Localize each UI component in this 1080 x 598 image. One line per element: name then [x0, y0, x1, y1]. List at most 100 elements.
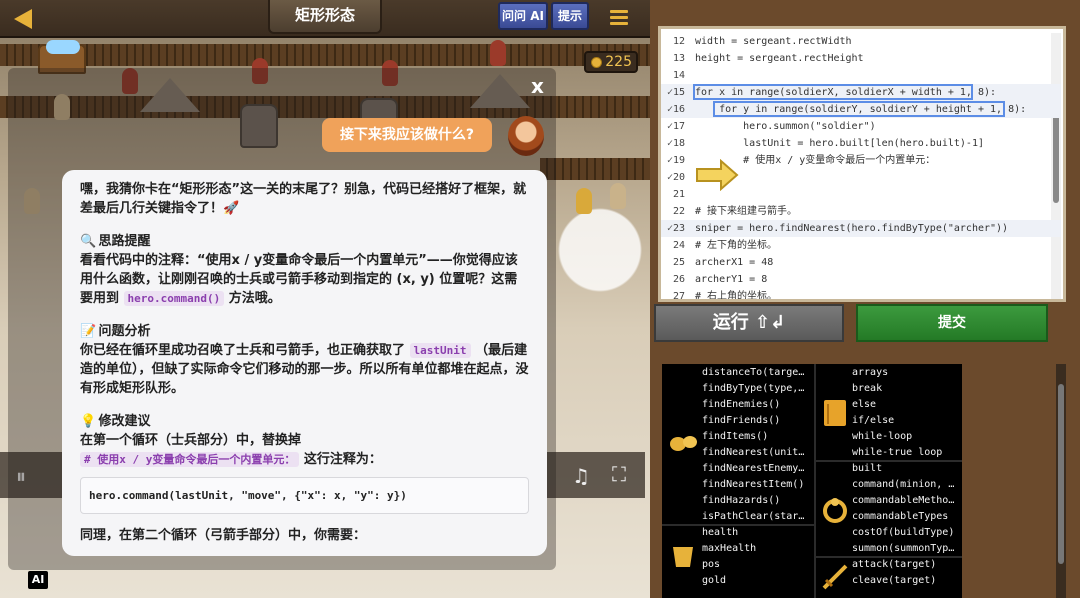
snippet-item[interactable]: maxHealth [702, 541, 756, 557]
section-heading: 💡 修改建议 [80, 414, 151, 429]
snippet-item[interactable]: if/else [852, 413, 894, 429]
snippet-item[interactable]: built [852, 461, 882, 477]
soldier-unit [610, 183, 626, 209]
snippet-item[interactable]: while-true loop [852, 445, 942, 461]
run-button[interactable]: 运行 ⇧↲ [654, 304, 844, 342]
snippet-item[interactable]: findFriends() [702, 413, 780, 429]
gold-counter: 225 [584, 51, 638, 73]
snippet-item[interactable]: findByType(type,… [702, 381, 804, 397]
line-number: 25 [672, 257, 685, 268]
code-line[interactable]: 12 width = sergeant.rectWidth [661, 33, 1061, 50]
snippet-item[interactable]: distanceTo(targe… [702, 365, 804, 381]
inline-code: lastUnit [409, 343, 471, 358]
snippet-item[interactable]: while-loop [852, 429, 912, 445]
hero-avatar [508, 116, 544, 156]
snippet-item[interactable]: attack(target) [852, 557, 936, 573]
book-icon [820, 398, 850, 428]
line-number: 12 [672, 36, 685, 47]
line-number: 14 [672, 70, 685, 81]
divider [814, 364, 816, 598]
snippet-item[interactable]: findNearest(unit… [702, 445, 804, 461]
memo-icon: 📝 [80, 324, 97, 339]
loop-highlight [713, 101, 1005, 117]
snippet-item[interactable]: else [852, 397, 876, 413]
snippet-item[interactable]: findHazards() [702, 493, 780, 509]
code-line[interactable]: 27 # 右上角的坐标。 [661, 288, 1061, 302]
fullscreen-icon[interactable]: ⛶ [612, 462, 626, 486]
code-text: sniper = hero.findNearest(hero.findByTyp… [695, 223, 1009, 234]
snippet-item[interactable]: health [702, 525, 738, 541]
close-button[interactable]: x [531, 74, 544, 98]
hero-unit [490, 40, 506, 66]
code-text: archerY1 = 8 [695, 274, 768, 285]
snippet-item[interactable]: cleave(target) [852, 573, 936, 589]
scrollbar-thumb[interactable] [1058, 384, 1064, 564]
code-line[interactable]: ✓ 17 hero.summon("soldier") [661, 118, 1061, 135]
section-heading: 📝 问题分析 [80, 324, 151, 339]
inline-code: # 使用x / y变量命令最后一个内置单元： [80, 452, 300, 467]
code-line[interactable]: 13 height = sergeant.rectHeight [661, 50, 1061, 67]
snippet-item[interactable]: pos [702, 557, 720, 573]
line-number: 26 [672, 274, 685, 285]
code-text: # 右上角的坐标。 [695, 291, 778, 302]
coin-icon [591, 57, 602, 68]
back-arrow-icon[interactable] [14, 9, 32, 29]
gems-icon [46, 40, 80, 54]
snippet-item[interactable]: costOf(buildType) [852, 525, 954, 541]
code-line[interactable]: 24 # 左下角的坐标。 [661, 237, 1061, 254]
line-number: 19 [672, 155, 685, 166]
fence [540, 158, 650, 180]
line-number: 16 [672, 104, 685, 115]
line-number: 27 [672, 291, 685, 302]
section-text: 在第一个循环（士兵部分）中，替换掉 # 使用x / y变量命令最后一个内置单元： … [80, 433, 382, 467]
code-line[interactable]: ✓ 18 lastUnit = hero.built[len(hero.built… [661, 135, 1061, 152]
line-number: 20 [672, 172, 685, 183]
snippet-item[interactable]: command(minion, … [852, 477, 954, 493]
snippet-item[interactable]: isPathClear(star… [702, 509, 804, 525]
line-number: 15 [672, 87, 685, 98]
armor-icon [668, 542, 698, 572]
code-line[interactable]: ✓ 23 sniper = hero.findNearest(hero.findBy… [661, 220, 1061, 237]
sword-icon [820, 562, 850, 592]
hints-button[interactable]: 提示 [551, 2, 589, 30]
snippet-item[interactable]: findItems() [702, 429, 768, 445]
snippet-item[interactable]: findNearestEnemy… [702, 461, 804, 477]
ask-ai-button[interactable]: 问问 AI [498, 2, 548, 30]
section-heading: 🔍 思路提醒 [80, 234, 151, 249]
lightbulb-icon: 💡 [80, 414, 97, 429]
line-number: 18 [672, 138, 685, 149]
line-number: 13 [672, 53, 685, 64]
code-editor[interactable]: 12 width = sergeant.rectWidth 13 height = s… [658, 26, 1066, 302]
code-text: archerX1 = 48 [695, 257, 774, 268]
snippet-item[interactable]: gold [702, 573, 726, 589]
snippet-item[interactable]: commandableTypes [852, 509, 948, 525]
snippet-item[interactable]: arrays [852, 365, 888, 381]
gold-value: 225 [605, 54, 632, 70]
section-text: 同理，在第二个循环（弓箭手部分）中，你需要： [80, 528, 367, 543]
section-text: 你已经在循环里成功召唤了士兵和弓箭手，也正确获取了 lastUnit （最后建造… [80, 343, 529, 396]
game-viewport: 矩形形态 问问 AI 提示 225 ⏸ ♫ ⛶ x 接下来我应该做什么? 嘿，我… [0, 0, 650, 598]
code-panel: 12 width = sergeant.rectWidth 13 height = s… [650, 0, 1080, 598]
menu-icon[interactable] [610, 10, 628, 26]
code-line[interactable]: 25 archerX1 = 48 [661, 254, 1061, 271]
code-line[interactable]: 26 archerY1 = 8 [661, 271, 1061, 288]
code-line[interactable]: 22 # 接下来组建弓箭手。 [661, 203, 1061, 220]
snippet-item[interactable]: break [852, 381, 882, 397]
line-number: 22 [672, 206, 685, 217]
archer-unit [576, 188, 592, 214]
code-line[interactable]: 14 [661, 67, 1061, 84]
code-text: height = sergeant.rectHeight [695, 53, 864, 64]
fence [0, 44, 650, 66]
music-icon[interactable]: ♫ [572, 464, 590, 488]
snippet-item[interactable]: findNearestItem() [702, 477, 804, 493]
magnifier-icon: 🔍 [80, 234, 97, 249]
code-block: hero.command(lastUnit, "move", {"x": x, … [80, 477, 529, 514]
snippet-item[interactable]: commandableMetho… [852, 493, 954, 509]
snippet-item[interactable]: summon(summonTyp… [852, 541, 954, 557]
palette-scrollbar[interactable] [1056, 364, 1066, 598]
code-text: hero.summon("soldier") [695, 121, 876, 132]
submit-button[interactable]: 提交 [856, 304, 1048, 342]
inline-code: hero.command() [123, 291, 225, 306]
code-text: lastUnit = hero.built[len(hero.built)-1] [695, 138, 984, 149]
snippet-item[interactable]: findEnemies() [702, 397, 780, 413]
